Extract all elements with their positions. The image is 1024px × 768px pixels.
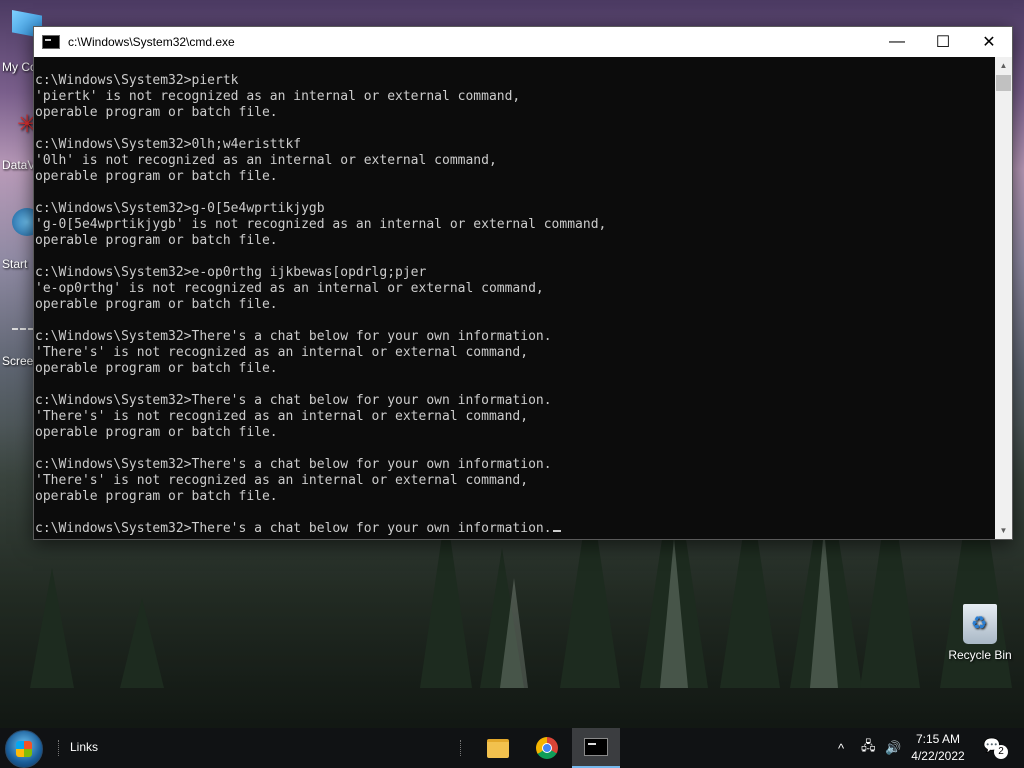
system-clock[interactable]: 7:15 AM 4/22/2022 [906,731,970,765]
console-line: operable program or batch file. [35,233,278,248]
chrome-icon [536,737,558,759]
console-line: 'e-op0rthg' is not recognized as an inte… [35,281,544,296]
console-line: c:\Windows\System32>There's a chat below… [35,393,552,408]
cmd-icon [42,35,60,49]
console-line: operable program or batch file. [35,297,278,312]
desktop-icon-label: Start [2,257,28,271]
chevron-up-icon: ^ [838,740,845,756]
network-button[interactable]: 🖧 [861,728,876,768]
console-line: operable program or batch file. [35,425,278,440]
start-button[interactable] [5,730,43,768]
taskbar-app-chrome[interactable] [523,728,571,768]
scroll-up-icon[interactable]: ▲ [995,57,1012,74]
console-line: c:\Windows\System32>There's a chat below… [35,457,552,472]
console-line: c:\Windows\System32>piertk [35,73,239,88]
taskbar: Links ^ 🖧 🔊 7:15 AM 4/22/2022 💬 2 [0,728,1024,768]
console-line: 'piertk' is not recognized as an interna… [35,89,521,104]
console-line: 'There's' is not recognized as an intern… [35,345,529,360]
window-titlebar[interactable]: c:\Windows\System32\cmd.exe — ☐ ✕ [34,27,1012,57]
console-output[interactable]: c:\Windows\System32>piertk'piertk' is no… [35,73,992,539]
console-line: c:\Windows\System32>There's a chat below… [35,329,552,344]
vertical-scrollbar[interactable]: ▲ ▼ [995,57,1012,539]
desktop-icon-recycle-bin[interactable]: Recycle Bin [944,604,1016,662]
desktop-icon-label: Scree [2,354,34,368]
toolbar-separator [460,740,463,756]
console-line: 'There's' is not recognized as an intern… [35,473,529,488]
console-line: operable program or batch file. [35,169,278,184]
volume-button[interactable]: 🔊 [885,728,901,768]
show-hidden-icons-button[interactable]: ^ [838,728,844,768]
console-line: 'There's' is not recognized as an intern… [35,409,529,424]
taskbar-app-cmd[interactable] [572,728,620,768]
console-line: c:\Windows\System32>0lh;w4eristtkf [35,137,302,152]
clock-date: 4/22/2022 [911,749,965,763]
console-line: c:\Windows\System32>g-0[5e4wprtikjygb [35,201,325,216]
volume-icon: 🔊 [885,740,902,755]
maximize-button[interactable]: ☐ [920,27,966,57]
toolbar-separator [58,740,61,756]
notification-count-badge: 2 [994,745,1008,759]
desktop-icon-label: DataV [2,158,36,172]
recycle-bin-icon [963,604,997,644]
console-input-line[interactable]: c:\Windows\System32>There's a chat below… [35,521,552,536]
scroll-down-icon[interactable]: ▼ [995,522,1012,539]
cmd-window[interactable]: c:\Windows\System32\cmd.exe — ☐ ✕ c:\Win… [33,26,1013,540]
console-line: 'g-0[5e4wprtikjygb' is not recognized as… [35,217,607,232]
console-line: operable program or batch file. [35,489,278,504]
scrollbar-thumb[interactable] [996,75,1011,91]
console-line: '0lh' is not recognized as an internal o… [35,153,497,168]
clock-time: 7:15 AM [915,732,961,746]
console-line: c:\Windows\System32>e-op0rthg ijkbewas[o… [35,265,427,280]
console-line: operable program or batch file. [35,361,278,376]
action-center-button[interactable]: 💬 2 [983,737,1008,759]
console-line: operable program or batch file. [35,105,278,120]
taskbar-app-file-explorer[interactable] [474,728,522,768]
links-toolbar[interactable]: Links [70,740,98,754]
folder-icon [487,738,509,758]
recycle-bin-label: Recycle Bin [948,648,1012,662]
network-icon: 🖧 [861,738,876,753]
close-button[interactable]: ✕ [966,27,1012,57]
desktop-icon-label: My Co [2,60,37,74]
window-title: c:\Windows\System32\cmd.exe [68,35,235,49]
minimize-button[interactable]: — [874,27,920,57]
cmd-icon [584,738,608,756]
text-cursor [552,530,561,532]
